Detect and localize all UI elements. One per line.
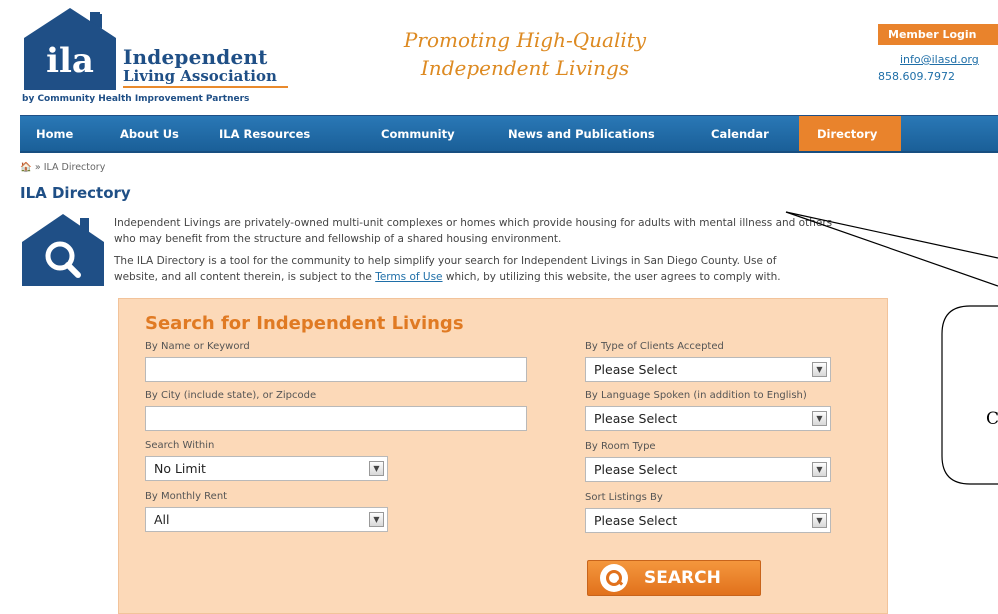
dropdown-arrow-icon[interactable]: ▼ [812, 462, 827, 477]
site-tagline: Promoting High-Quality Independent Livin… [330, 26, 720, 82]
dropdown-arrow-icon[interactable]: ▼ [369, 512, 384, 527]
room-type-select[interactable]: Please Select ▼ [585, 457, 831, 482]
ila-logo[interactable]: ila Independent Living Association by Co… [20, 6, 290, 104]
clients-accepted-value: Please Select [594, 362, 678, 377]
monthly-rent-value: All [154, 512, 170, 527]
search-button[interactable]: SEARCH [587, 560, 761, 596]
dropdown-arrow-icon[interactable]: ▼ [812, 411, 827, 426]
search-within-select[interactable]: No Limit ▼ [145, 456, 388, 481]
name-keyword-input[interactable] [145, 357, 527, 382]
nav-directory[interactable]: Directory [799, 116, 901, 151]
callout-bubble [941, 305, 998, 485]
intro-paragraph-2-line1: The ILA Directory is a tool for the comm… [114, 255, 777, 267]
sort-listings-select[interactable]: Please Select ▼ [585, 508, 831, 533]
name-keyword-label: By Name or Keyword [145, 341, 250, 352]
intro-text-before-link: website, and all content therein, is sub… [114, 271, 376, 283]
intro-paragraph-1-line2: who may benefit from the structure and f… [114, 233, 562, 245]
breadcrumb: 🏠 » ILA Directory [20, 162, 105, 173]
contact-email-link[interactable]: info@ilasd.org [900, 53, 979, 66]
intro-text-after-link: which, by utilizing this website, the us… [442, 271, 781, 283]
intro-paragraph-2-line2: website, and all content therein, is sub… [114, 270, 998, 285]
magnifier-icon [600, 564, 628, 592]
breadcrumb-current: ILA Directory [43, 162, 106, 173]
home-icon[interactable]: 🏠 [20, 162, 32, 173]
tagline-line2: Independent Livings [420, 56, 630, 80]
nav-about-us[interactable]: About Us [104, 116, 203, 151]
monthly-rent-select[interactable]: All ▼ [145, 507, 388, 532]
main-nav: Home About Us ILA Resources Community Ne… [20, 115, 998, 153]
nav-home[interactable]: Home [20, 116, 104, 151]
language-spoken-select[interactable]: Please Select ▼ [585, 406, 831, 431]
search-button-label: SEARCH [644, 568, 721, 588]
city-zip-input[interactable] [145, 406, 527, 431]
nav-community[interactable]: Community [365, 116, 492, 151]
nav-news-and-publications[interactable]: News and Publications [492, 116, 695, 151]
language-spoken-label: By Language Spoken (in addition to Engli… [585, 390, 807, 401]
clients-accepted-select[interactable]: Please Select ▼ [585, 357, 831, 382]
tagline-line1: Promoting High-Quality [403, 28, 647, 52]
logo-org-name-line1: Independent [123, 45, 268, 69]
dropdown-arrow-icon[interactable]: ▼ [812, 513, 827, 528]
logo-mark: ila [46, 41, 94, 81]
search-heading: Search for Independent Livings [145, 313, 464, 334]
terms-of-use-link[interactable]: Terms of Use [375, 271, 442, 283]
nav-ila-resources[interactable]: ILA Resources [203, 116, 365, 151]
dropdown-arrow-icon[interactable]: ▼ [812, 362, 827, 377]
logo-byline: by Community Health Improvement Partners [22, 94, 250, 104]
logo-underline [123, 86, 288, 88]
dropdown-arrow-icon[interactable]: ▼ [369, 461, 384, 476]
city-zip-label: By City (include state), or Zipcode [145, 390, 317, 401]
directory-search-icon [22, 214, 104, 286]
language-spoken-value: Please Select [594, 411, 678, 426]
page-title: ILA Directory [20, 184, 131, 202]
breadcrumb-separator: » [34, 162, 41, 173]
callout-text: C [986, 409, 998, 429]
house-logo-icon: ila [24, 8, 116, 90]
sort-listings-label: Sort Listings By [585, 492, 663, 503]
room-type-label: By Room Type [585, 441, 656, 452]
sort-listings-value: Please Select [594, 513, 678, 528]
member-login-button[interactable]: Member Login [878, 24, 998, 45]
nav-calendar[interactable]: Calendar [695, 116, 799, 151]
room-type-value: Please Select [594, 462, 678, 477]
contact-phone: 858.609.7972 [878, 70, 955, 83]
logo-org-name-line2: Living Association [123, 67, 277, 85]
search-panel: Search for Independent Livings By Name o… [118, 298, 888, 614]
monthly-rent-label: By Monthly Rent [145, 491, 228, 502]
search-within-label: Search Within [145, 440, 215, 451]
clients-accepted-label: By Type of Clients Accepted [585, 341, 724, 352]
intro-paragraph-1-line1: Independent Livings are privately-owned … [114, 217, 833, 229]
search-within-value: No Limit [154, 461, 206, 476]
page: ila Independent Living Association by Co… [0, 0, 998, 614]
